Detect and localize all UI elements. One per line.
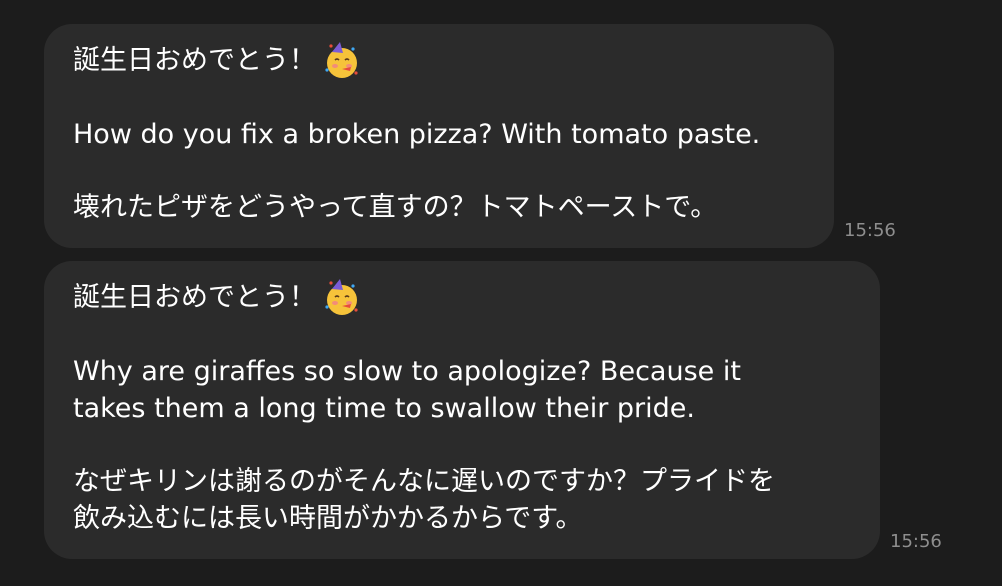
partying-face-icon (325, 42, 358, 78)
message-japanese: なぜキリンは謝るのがそんなに遅いのですか？プライドを 飲み込むには長い時間がかか… (73, 466, 775, 534)
message-english: Why are giraffes so slow to apologize? B… (73, 356, 741, 424)
greeting-line: 誕生日おめでとう！ (73, 277, 852, 317)
message-timestamp: 15:56 (844, 220, 896, 241)
partying-face-icon (325, 279, 358, 315)
greeting-line: 誕生日おめでとう！ (73, 40, 806, 80)
message-timestamp: 15:56 (890, 531, 942, 552)
message-bubble[interactable]: 誕生日おめでとう！ How do you fix a broken pizza?… (44, 24, 834, 248)
message-english: How do you fix a broken pizza? With toma… (73, 119, 761, 150)
message-japanese: 壊れたピザをどうやって直すの？トマトペーストで。 (73, 192, 718, 223)
greeting-text: 誕生日おめでとう！ (73, 44, 316, 76)
message-row: 誕生日おめでとう！ How do you fix a broken pizza?… (44, 24, 896, 248)
message-bubble[interactable]: 誕生日おめでとう！ Why are giraffes so slow to ap… (44, 261, 880, 559)
message-row: 誕生日おめでとう！ Why are giraffes so slow to ap… (44, 261, 942, 559)
greeting-text: 誕生日おめでとう！ (73, 281, 316, 313)
chat-thread: 誕生日おめでとう！ How do you fix a broken pizza?… (0, 0, 1002, 586)
